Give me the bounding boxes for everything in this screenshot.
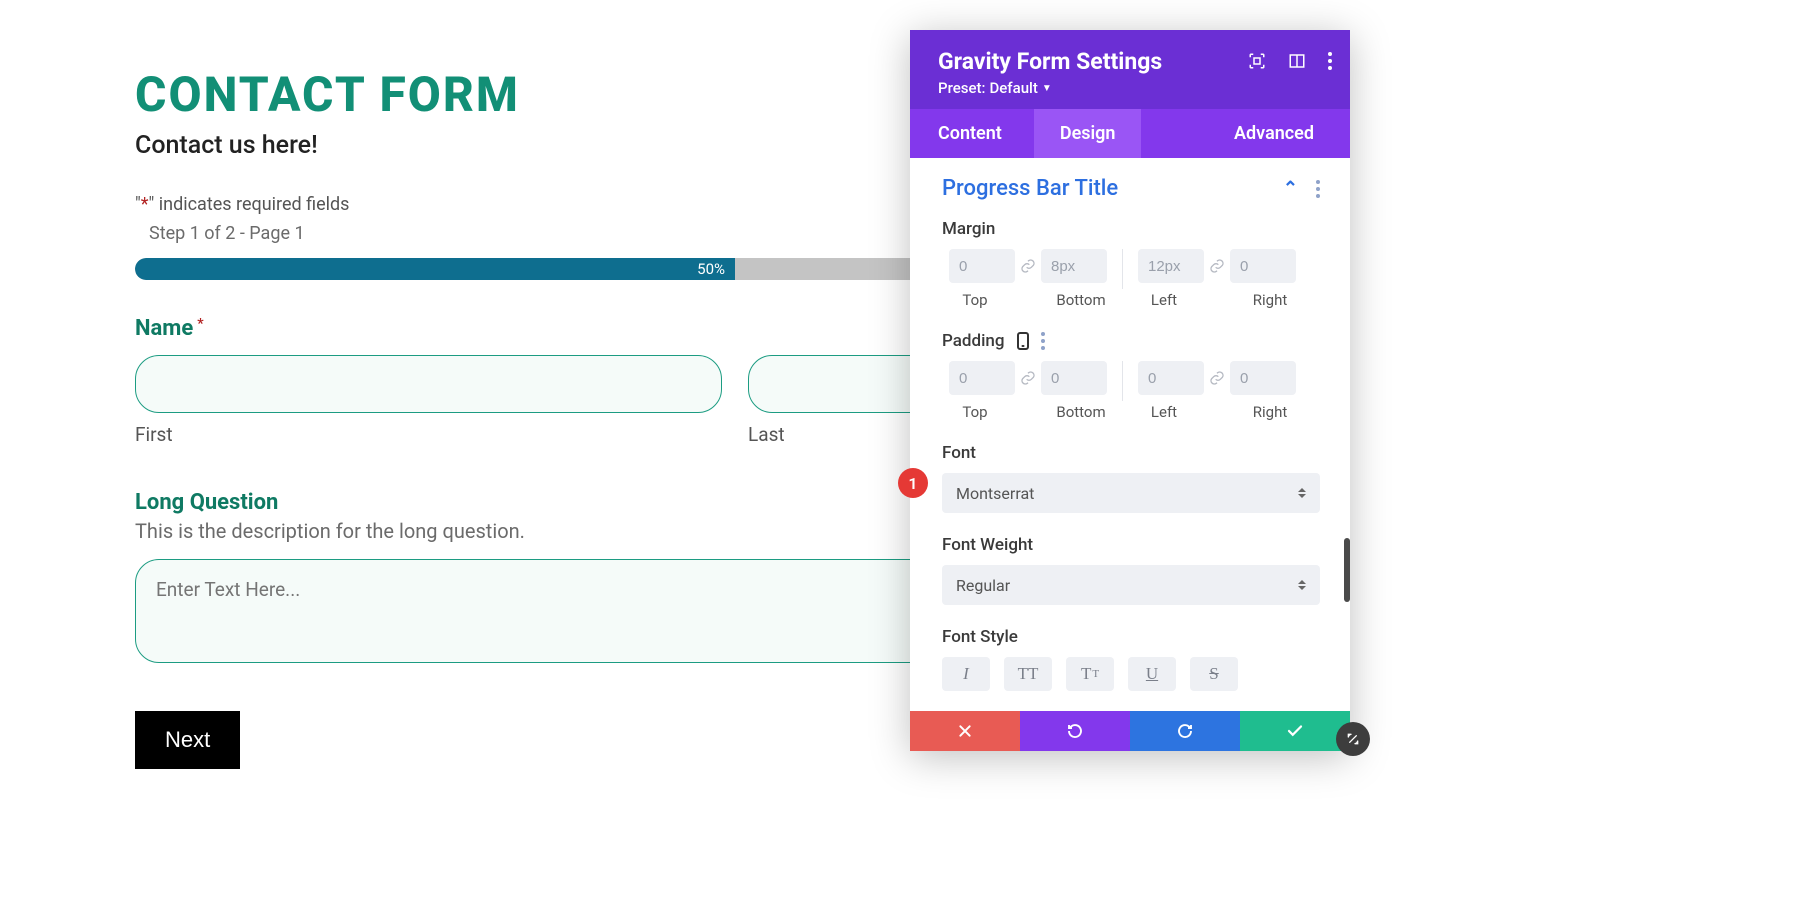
preset-selector[interactable]: Preset: Default ▼ [938, 79, 1326, 97]
redo-icon [1176, 722, 1194, 740]
tab-advanced[interactable]: Advanced [1198, 109, 1350, 158]
divider [1122, 249, 1123, 289]
font-weight-select[interactable]: Regular [942, 565, 1320, 605]
redo-button[interactable] [1130, 711, 1240, 751]
uppercase-button[interactable]: TT [1004, 657, 1052, 691]
padding-label-row: Padding [942, 331, 1320, 351]
link-icon[interactable] [1019, 257, 1037, 275]
resize-icon [1345, 731, 1361, 747]
settings-panel: Gravity Form Settings Preset: Default ▼ … [910, 30, 1350, 751]
tab-design[interactable]: Design [1034, 109, 1142, 158]
padding-top-input[interactable] [949, 361, 1015, 395]
padding-controls: TopBottom LeftRight [942, 361, 1320, 421]
more-icon[interactable] [1328, 52, 1332, 70]
section-progress-bar-title[interactable]: Progress Bar Title ⌃ [942, 176, 1320, 201]
first-name-col: First [135, 355, 722, 446]
link-icon[interactable] [1208, 369, 1226, 387]
chevron-up-icon[interactable]: ⌃ [1283, 178, 1298, 199]
font-style-buttons: I TT TT U S [942, 657, 1320, 691]
divider [1122, 361, 1123, 401]
section-more-icon[interactable] [1316, 180, 1320, 198]
resize-handle[interactable] [1336, 722, 1370, 756]
link-icon[interactable] [1208, 257, 1226, 275]
cancel-button[interactable] [910, 711, 1020, 751]
first-name-input[interactable] [135, 355, 722, 413]
annotation-marker-1: 1 [898, 468, 928, 498]
margin-label: Margin [942, 219, 1320, 239]
select-caret-icon [1298, 488, 1306, 498]
padding-more-icon[interactable] [1041, 332, 1045, 350]
asterisk-icon: * [141, 194, 149, 215]
progress-fill: 50% [135, 258, 735, 280]
save-button[interactable] [1240, 711, 1350, 751]
panel-header[interactable]: Gravity Form Settings Preset: Default ▼ [910, 30, 1350, 109]
undo-icon [1066, 722, 1084, 740]
margin-right-input[interactable] [1230, 249, 1296, 283]
italic-button[interactable]: I [942, 657, 990, 691]
padding-left-input[interactable] [1138, 361, 1204, 395]
next-button[interactable]: Next [135, 711, 240, 769]
required-asterisk: * [197, 316, 203, 332]
padding-right-input[interactable] [1230, 361, 1296, 395]
select-caret-icon [1298, 580, 1306, 590]
margin-bottom-input[interactable] [1041, 249, 1107, 283]
expand-icon[interactable] [1248, 52, 1266, 70]
smallcaps-button[interactable]: TT [1066, 657, 1114, 691]
panel-tabs: Content Design Advanced [910, 109, 1350, 158]
underline-button[interactable]: U [1128, 657, 1176, 691]
margin-left-input[interactable] [1138, 249, 1204, 283]
font-label: Font [942, 443, 1320, 463]
mobile-icon[interactable] [1017, 332, 1029, 350]
undo-button[interactable] [1020, 711, 1130, 751]
scrollbar-thumb[interactable] [1344, 538, 1350, 602]
link-icon[interactable] [1019, 369, 1037, 387]
panel-footer [910, 711, 1350, 751]
close-icon [957, 723, 973, 739]
padding-bottom-input[interactable] [1041, 361, 1107, 395]
margin-controls: TopBottom LeftRight [942, 249, 1320, 309]
check-icon [1286, 722, 1304, 740]
panel-header-actions [1248, 52, 1332, 70]
strikethrough-button[interactable]: S [1190, 657, 1238, 691]
font-select[interactable]: Montserrat [942, 473, 1320, 513]
tab-content[interactable]: Content [910, 109, 1034, 158]
margin-top-input[interactable] [949, 249, 1015, 283]
font-weight-label: Font Weight [942, 535, 1320, 555]
first-name-sublabel: First [135, 423, 722, 446]
caret-down-icon: ▼ [1042, 83, 1052, 94]
panel-body: Progress Bar Title ⌃ Margin TopBottom [910, 158, 1350, 711]
font-style-label: Font Style [942, 627, 1320, 647]
columns-icon[interactable] [1288, 52, 1306, 70]
